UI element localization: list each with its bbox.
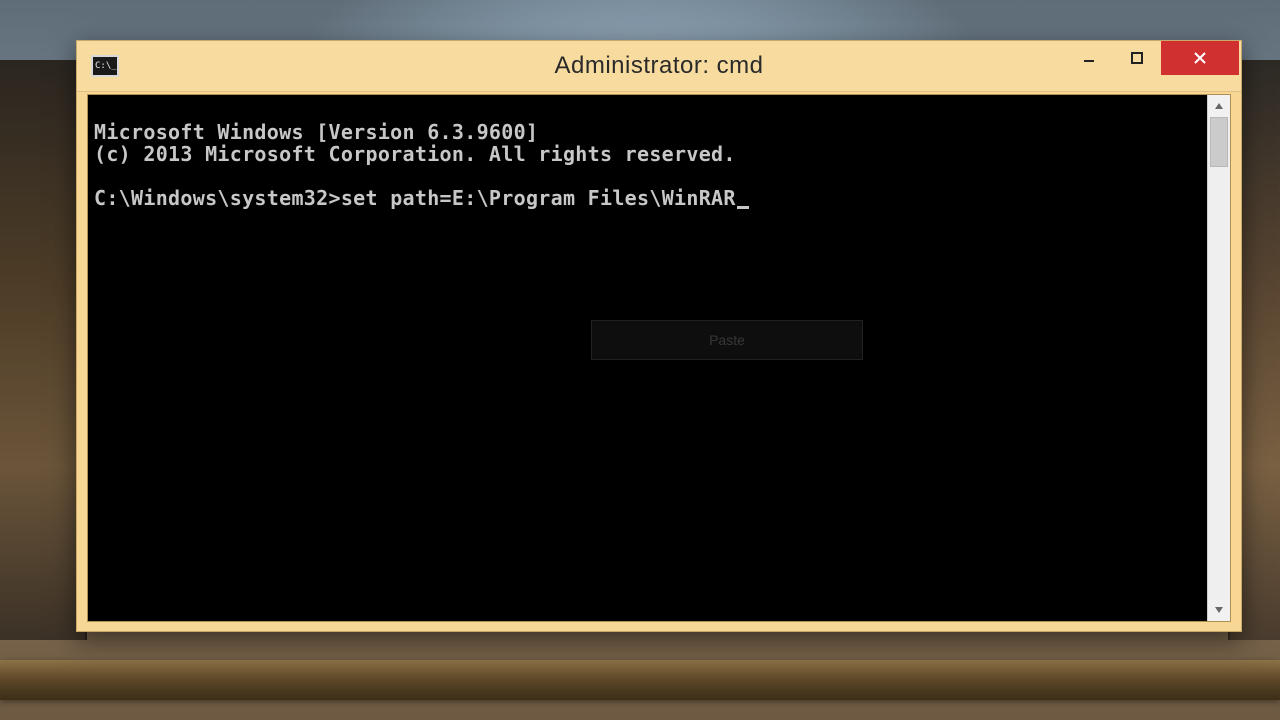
scrollbar-thumb[interactable] [1210, 117, 1228, 167]
paste-menu-item[interactable]: Paste [591, 320, 863, 360]
wallpaper-decor-left [0, 60, 87, 640]
client-wrap: Microsoft Windows [Version 6.3.9600] (c)… [85, 92, 1233, 624]
client-inner: Microsoft Windows [Version 6.3.9600] (c)… [87, 94, 1231, 622]
window-controls [1065, 41, 1239, 75]
console-line-copyright: (c) 2013 Microsoft Corporation. All righ… [94, 142, 736, 166]
cmd-window: Administrator: cmd Microsoft Windows [Ve… [76, 40, 1242, 632]
chevron-down-icon [1214, 606, 1224, 614]
console-prompt: C:\Windows\system32> [94, 186, 341, 210]
minimize-button[interactable] [1065, 41, 1113, 75]
cmd-icon [91, 55, 119, 77]
console-typed-command: set path=E:\Program Files\WinRAR [341, 186, 736, 210]
scrollbar-track[interactable] [1208, 117, 1230, 599]
vertical-scrollbar[interactable] [1207, 95, 1230, 621]
console-output: Microsoft Windows [Version 6.3.9600] (c)… [94, 121, 1201, 209]
chevron-up-icon [1214, 102, 1224, 110]
scroll-up-button[interactable] [1208, 95, 1230, 117]
maximize-button[interactable] [1113, 41, 1161, 75]
maximize-icon [1130, 51, 1144, 65]
titlebar[interactable]: Administrator: cmd [77, 41, 1241, 92]
paste-menu-label: Paste [709, 332, 745, 348]
scroll-down-button[interactable] [1208, 599, 1230, 621]
window-title: Administrator: cmd [554, 52, 763, 80]
close-button[interactable] [1161, 41, 1239, 75]
wallpaper-decor-bar [0, 660, 1280, 700]
console-line-version: Microsoft Windows [Version 6.3.9600] [94, 120, 538, 144]
text-cursor [737, 206, 749, 209]
minimize-icon [1082, 51, 1096, 65]
console-area[interactable]: Microsoft Windows [Version 6.3.9600] (c)… [88, 95, 1207, 621]
close-icon [1192, 50, 1208, 66]
desktop-background: Administrator: cmd Microsoft Windows [Ve… [0, 0, 1280, 720]
